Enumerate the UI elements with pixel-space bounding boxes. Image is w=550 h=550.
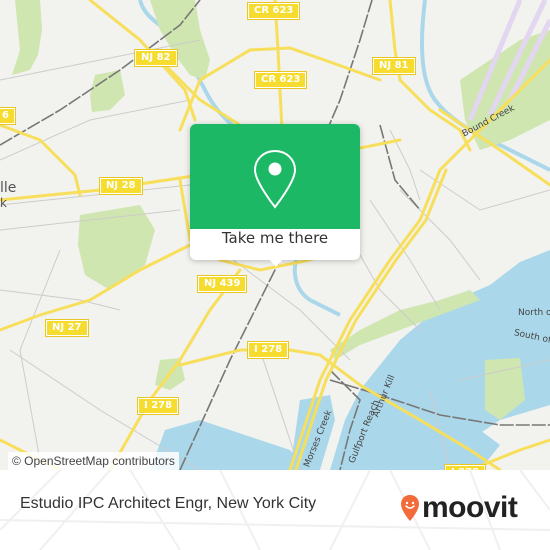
moovit-logo[interactable]: moovit [400, 488, 518, 528]
road-nj81 [388, 0, 472, 152]
road-shield-partial: 6 [0, 107, 16, 125]
road-shield-nj439: NJ 439 [196, 275, 248, 293]
road-shield-nj27: NJ 27 [45, 319, 89, 337]
popup-header [190, 124, 360, 229]
road-nj439-north [178, 178, 192, 242]
take-me-there-button[interactable]: Take me there [190, 229, 360, 260]
place-label-north-of: North of [518, 308, 550, 318]
road-shield-i278: I 278 [136, 397, 180, 415]
map-attribution[interactable]: © OpenStreetMap contributors [8, 452, 179, 470]
place-label-town: lle [0, 180, 17, 196]
road-shield-cr623: CR 623 [253, 71, 308, 89]
rail-east [379, 124, 421, 211]
place-title: Estudio IPC Architect Engr, New York Cit… [20, 495, 317, 512]
place-label-town-2: k [0, 196, 7, 210]
road-shield-cr623: CR 623 [246, 2, 301, 20]
location-popup: Take me there [190, 124, 360, 267]
road-cr623-north [273, 0, 284, 132]
road-shield-nj28: NJ 28 [99, 177, 143, 195]
footer-bar: Estudio IPC Architect Engr, New York Cit… [0, 470, 550, 550]
moovit-smiley-pin-icon [401, 495, 419, 521]
park-northwest [12, 0, 42, 75]
park-north-center [90, 70, 125, 112]
moovit-wordmark: moovit [422, 491, 518, 524]
road-shield-nj82: NJ 82 [134, 49, 178, 67]
park-cemetery [78, 205, 155, 290]
map-pin-icon [253, 149, 297, 209]
road-shield-nj81: NJ 81 [372, 57, 416, 75]
park-river [150, 0, 210, 80]
popup-pointer [268, 258, 284, 267]
road-shield-i278: I 278 [246, 341, 290, 359]
